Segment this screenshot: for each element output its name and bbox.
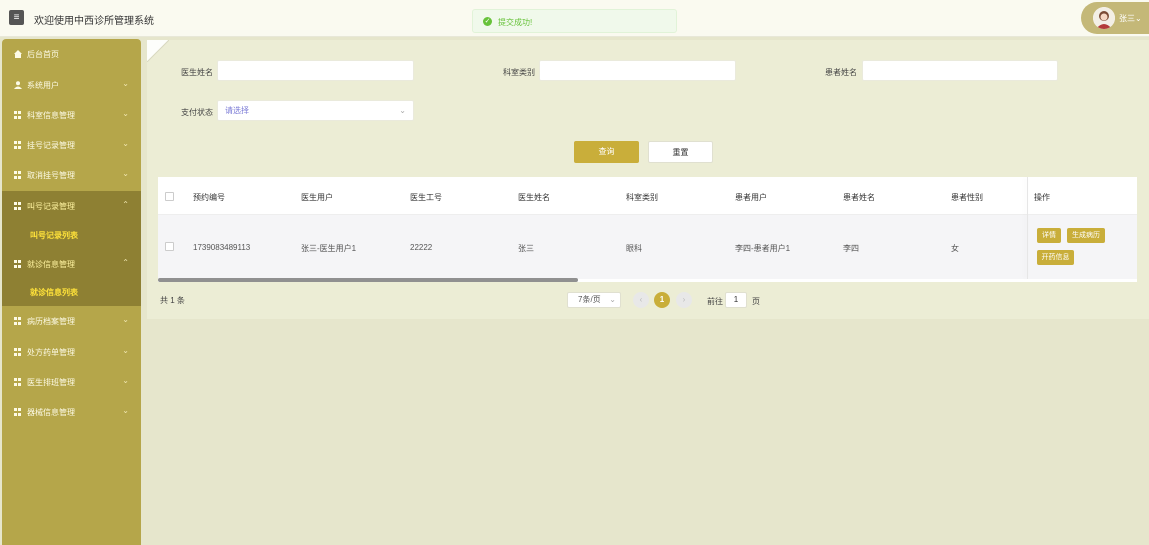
select-all-checkbox[interactable] — [165, 192, 174, 201]
chevron-down-icon: ⌄ — [122, 109, 129, 118]
col-patient-user: 患者用户 — [735, 193, 767, 202]
sidebar-item-equipment[interactable]: 器械信息管理 ⌄ — [2, 397, 141, 427]
check-circle-icon: ✓ — [483, 17, 492, 26]
success-toast: ✓ 提交成功! — [472, 9, 677, 33]
grid-icon — [14, 317, 22, 325]
sidebar-item-medical-records[interactable]: 病历档案管理 ⌄ — [2, 306, 141, 336]
cell-patient-name: 李四 — [843, 244, 859, 253]
total-count: 共 1 条 — [160, 296, 185, 305]
col-patient-gender: 患者性别 — [951, 193, 983, 202]
sidebar-item-cancel-registration[interactable]: 取消挂号管理 ⌄ — [2, 160, 141, 190]
chevron-up-icon: ⌃ — [122, 258, 129, 267]
detail-button[interactable]: 详情 — [1037, 228, 1061, 243]
cell-patient-gender: 女 — [951, 244, 959, 253]
top-header: ≡ 欢迎使用中西诊所管理系统 ✓ 提交成功! 张三⌄ — [0, 0, 1149, 37]
doctor-name-input[interactable] — [217, 60, 414, 81]
chevron-down-icon: ⌄ — [122, 139, 129, 148]
prev-page-button[interactable]: ‹ — [633, 292, 649, 308]
sidebar-item-registration[interactable]: 挂号记录管理 ⌄ — [2, 130, 141, 160]
sidebar-item-call-records[interactable]: 叫号记录管理 ⌃ — [2, 191, 141, 221]
chevron-left-icon: ‹ — [639, 295, 643, 304]
table-row: 1739083489113 张三-医生用户1 22222 张三 眼科 李四-患者… — [158, 215, 1137, 279]
prescription-button[interactable]: 开药信息 — [1037, 250, 1074, 265]
col-appointment-no: 预约编号 — [193, 193, 225, 202]
chevron-right-icon: › — [682, 295, 686, 304]
table-header: 预约编号 医生用户 医生工号 医生姓名 科室类别 患者用户 患者姓名 患者性别 … — [158, 177, 1137, 215]
patient-name-label: 患者姓名 — [825, 68, 857, 77]
page-size-select[interactable]: 7条/页 ⌄ — [567, 292, 621, 308]
query-button[interactable]: 查询 — [574, 141, 639, 163]
dept-type-input[interactable] — [539, 60, 736, 81]
reset-button[interactable]: 重置 — [648, 141, 713, 163]
main-panel: 医生姓名 科室类别 患者姓名 支付状态 请选择 ⌄ 查询 重置 预约编号 医生用… — [146, 39, 1149, 319]
grid-icon — [14, 408, 22, 416]
home-icon — [14, 50, 22, 58]
grid-icon — [14, 260, 22, 268]
user-icon — [14, 81, 22, 89]
pay-status-select[interactable]: 请选择 ⌄ — [217, 100, 414, 121]
col-doctor-name: 医生姓名 — [518, 193, 550, 202]
generate-record-button[interactable]: 生成病历 — [1067, 228, 1105, 243]
chevron-down-icon: ⌄ — [122, 346, 129, 355]
user-name[interactable]: 张三⌄ — [1119, 13, 1142, 24]
cell-doctor-id: 22222 — [410, 243, 433, 252]
cell-dept-type: 眼科 — [626, 244, 642, 253]
sidebar-item-system-users[interactable]: 系统用户 ⌄ — [2, 70, 141, 100]
grid-icon — [14, 111, 22, 119]
sidebar-item-doctor-schedule[interactable]: 医生排班管理 ⌄ — [2, 367, 141, 397]
col-patient-name: 患者姓名 — [843, 193, 875, 202]
chevron-down-icon: ⌄ — [122, 406, 129, 415]
fixed-column-divider — [1027, 177, 1028, 279]
col-dept-type: 科室类别 — [626, 193, 658, 202]
sidebar-item-prescriptions[interactable]: 处方药单管理 ⌄ — [2, 337, 141, 367]
col-doctor-user: 医生用户 — [301, 193, 333, 202]
visit-info-table: 预约编号 医生用户 医生工号 医生姓名 科室类别 患者用户 患者姓名 患者性别 … — [158, 177, 1137, 282]
sidebar: 后台首页 系统用户 ⌄ 科室信息管理 ⌄ 挂号记录管理 ⌄ 取消挂号管理 ⌄ 叫… — [2, 39, 141, 545]
grid-icon — [14, 348, 22, 356]
chevron-down-icon: ⌄ — [399, 106, 406, 115]
grid-icon — [14, 141, 22, 149]
sidebar-item-dept[interactable]: 科室信息管理 ⌄ — [2, 100, 141, 130]
doctor-name-label: 医生姓名 — [181, 68, 213, 77]
chevron-down-icon: ⌄ — [122, 376, 129, 385]
toast-message: 提交成功! — [498, 18, 533, 27]
cell-patient-user: 李四-患者用户1 — [735, 244, 791, 253]
col-doctor-id: 医生工号 — [410, 193, 442, 202]
chevron-down-icon: ⌄ — [122, 79, 129, 88]
next-page-button[interactable]: › — [676, 292, 692, 308]
goto-label: 前往 — [707, 297, 723, 306]
cell-doctor-user: 张三-医生用户1 — [301, 244, 357, 253]
sidebar-item-visit-info[interactable]: 就诊信息管理 ⌃ — [2, 249, 141, 279]
chevron-down-icon: ⌄ — [122, 169, 129, 178]
dept-type-label: 科室类别 — [503, 68, 535, 77]
grid-icon — [14, 378, 22, 386]
row-checkbox[interactable] — [165, 242, 174, 251]
chevron-down-icon: ⌄ — [609, 295, 616, 304]
hamburger-icon[interactable]: ≡ — [9, 10, 24, 25]
sidebar-item-home[interactable]: 后台首页 — [2, 39, 141, 69]
sidebar-subitem-visit-info-list[interactable]: 就诊信息列表 — [2, 278, 141, 306]
chevron-down-icon: ⌄ — [122, 315, 129, 324]
cell-doctor-name: 张三 — [518, 244, 534, 253]
pay-status-placeholder: 请选择 — [225, 106, 249, 115]
user-menu[interactable]: 张三⌄ — [1081, 2, 1149, 34]
chevron-up-icon: ⌃ — [122, 200, 129, 209]
avatar[interactable] — [1093, 7, 1115, 29]
horizontal-scrollbar[interactable] — [158, 278, 578, 282]
goto-page-input[interactable]: 1 — [725, 292, 747, 308]
goto-suffix: 页 — [752, 297, 760, 306]
page-1-button[interactable]: 1 — [654, 292, 670, 308]
pay-status-label: 支付状态 — [181, 108, 213, 117]
sidebar-subitem-call-records-list[interactable]: 叫号记录列表 — [2, 221, 141, 249]
grid-icon — [14, 171, 22, 179]
col-actions: 操作 — [1034, 193, 1050, 202]
cell-appointment-no: 1739083489113 — [193, 243, 251, 252]
chevron-down-icon: ⌄ — [1135, 14, 1142, 23]
patient-name-input[interactable] — [862, 60, 1058, 81]
corner-decoration — [146, 39, 170, 63]
grid-icon — [14, 202, 22, 210]
app-title: 欢迎使用中西诊所管理系统 — [34, 16, 154, 27]
